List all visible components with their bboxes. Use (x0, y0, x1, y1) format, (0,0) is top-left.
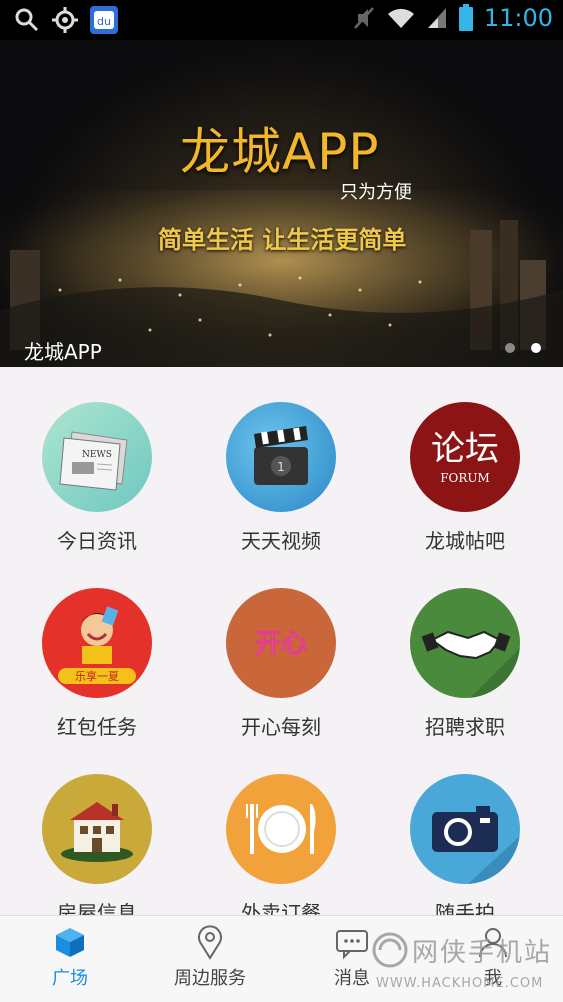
tile-label: 龙城帖吧 (425, 529, 505, 553)
tile-jobs[interactable]: 招聘求职 (368, 553, 552, 739)
carousel-indicator (505, 343, 541, 353)
forum-icon: 论坛 FORUM (410, 402, 520, 512)
svg-text:1: 1 (277, 460, 285, 474)
banner-title: 龙城APP (180, 123, 380, 181)
red-packet-icon: 乐享一夏 (42, 588, 152, 698)
camera-icon (410, 774, 520, 884)
feature-grid: NEWS 今日资讯 1 天天视频 论坛 FORUM 龙城帖吧 乐享一夏 红包任务… (0, 367, 563, 915)
nav-label: 周边服务 (174, 968, 246, 989)
house-icon (42, 774, 152, 884)
tile-house[interactable]: 房屋信息 (0, 739, 184, 915)
tile-label: 房屋信息 (57, 901, 137, 915)
search-icon (15, 8, 39, 32)
carousel-dot[interactable] (505, 343, 515, 353)
nav-label: 广场 (52, 968, 88, 989)
banner-caption: 龙城APP (24, 340, 102, 364)
tile-label: 开心每刻 (241, 715, 321, 739)
location-pin-icon (198, 925, 222, 960)
clapperboard-icon: 1 (226, 402, 336, 512)
tile-news[interactable]: NEWS 今日资讯 (0, 367, 184, 553)
banner-carousel[interactable]: 龙城APP 只为方便 简单生活 让生活更简单 龙城APP (0, 40, 563, 367)
status-bar-right: 11:00 (352, 4, 553, 32)
tile-video[interactable]: 1 天天视频 (184, 367, 368, 553)
tile-label: 今日资讯 (57, 529, 137, 553)
forum-icon-text: 论坛 (431, 429, 499, 469)
tile-label: 招聘求职 (425, 715, 505, 739)
nav-item-square[interactable]: 广场 (0, 916, 140, 1002)
cube-icon (56, 928, 84, 957)
svg-text:NEWS: NEWS (82, 450, 112, 460)
tile-label: 外卖订餐 (241, 901, 321, 915)
battery-icon (458, 4, 473, 31)
tile-label: 随手拍 (435, 901, 495, 915)
baidu-icon: du (90, 6, 118, 34)
signal-icon (427, 8, 446, 28)
banner-slogan: 简单生活 让生活更简单 (158, 226, 407, 254)
tile-photo[interactable]: 随手拍 (368, 739, 552, 915)
banner-tagline: 只为方便 (340, 182, 412, 203)
tile-label: 天天视频 (241, 529, 321, 553)
watermark-logo-icon (372, 932, 408, 968)
handshake-icon (410, 588, 520, 698)
happy-icon-text: 开心 (255, 629, 307, 659)
mute-icon (353, 7, 374, 29)
svg-text:du: du (97, 15, 111, 28)
nav-item-nearby[interactable]: 周边服务 (140, 916, 280, 1002)
carousel-dot-active[interactable] (531, 343, 541, 353)
tile-red-packet[interactable]: 乐享一夏 红包任务 (0, 553, 184, 739)
forum-icon-subtext: FORUM (440, 471, 490, 485)
status-time: 11:00 (483, 4, 553, 32)
plate-icon (226, 774, 336, 884)
tile-happy[interactable]: 开心 开心每刻 (184, 553, 368, 739)
newspaper-icon: NEWS (42, 402, 152, 512)
gps-icon (52, 7, 78, 33)
red-packet-icon-text: 乐享一夏 (75, 669, 119, 683)
watermark-cn: 网侠手机站 (412, 938, 553, 968)
tile-label: 红包任务 (57, 715, 137, 739)
tile-forum[interactable]: 论坛 FORUM 龙城帖吧 (368, 367, 552, 553)
wifi-icon (387, 8, 414, 28)
tile-takeout[interactable]: 外卖订餐 (184, 739, 368, 915)
happy-icon: 开心 (226, 588, 336, 698)
chat-bubble-icon (336, 930, 368, 960)
watermark-en: WWW.HACKHOME.COM (376, 976, 544, 991)
watermark: 网侠手机站 WWW.HACKHOME.COM (368, 926, 563, 1002)
status-bar: du 11:00 (0, 0, 563, 40)
status-bar-left: du (14, 6, 118, 34)
